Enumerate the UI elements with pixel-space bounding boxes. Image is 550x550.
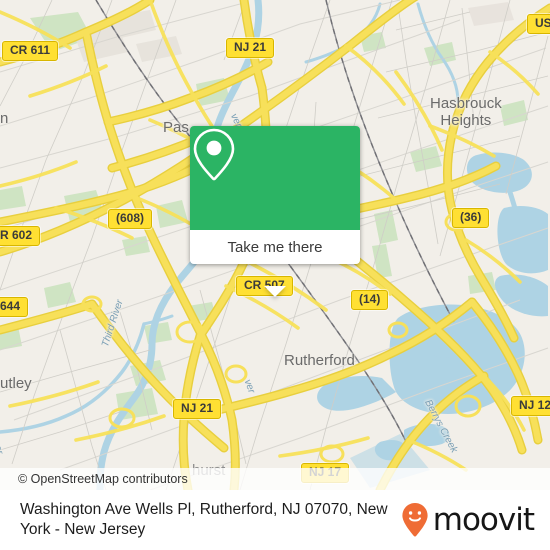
- route-shield: NJ 120: [511, 396, 550, 416]
- map-canvas[interactable]: .rd { fill:none; stroke:#f7e05a; stroke-…: [0, 0, 550, 490]
- footer-bar: Washington Ave Wells Pl, Rutherford, NJ …: [0, 490, 550, 550]
- route-shield: 644: [0, 297, 29, 317]
- route-shield: US: [527, 14, 550, 34]
- map-pin-icon: [193, 128, 235, 181]
- location-popup-card[interactable]: Take me there: [190, 126, 360, 297]
- route-shield: NJ 21: [173, 399, 222, 419]
- route-shield: R 602: [0, 226, 41, 246]
- attribution-text: © OpenStreetMap contributors: [18, 472, 188, 486]
- moovit-wordmark: moovit: [432, 501, 535, 538]
- route-shield: (608): [108, 209, 153, 229]
- route-shield: (14): [351, 290, 389, 310]
- moovit-pin-smiley-icon: [402, 503, 428, 537]
- location-title: Washington Ave Wells Pl, Rutherford, NJ …: [20, 501, 388, 538]
- route-shield: NJ 21: [226, 38, 275, 58]
- map-attribution-bar: © OpenStreetMap contributors: [0, 468, 550, 490]
- popup-pin-area: [190, 126, 360, 230]
- moovit-logo[interactable]: moovit: [401, 501, 535, 538]
- route-shield: CR 611: [2, 41, 59, 61]
- route-shield: (36): [452, 208, 490, 228]
- popup-tail: [264, 286, 286, 297]
- take-me-there-button[interactable]: Take me there: [190, 230, 360, 264]
- map-screenshot: .rd { fill:none; stroke:#f7e05a; stroke-…: [0, 0, 550, 550]
